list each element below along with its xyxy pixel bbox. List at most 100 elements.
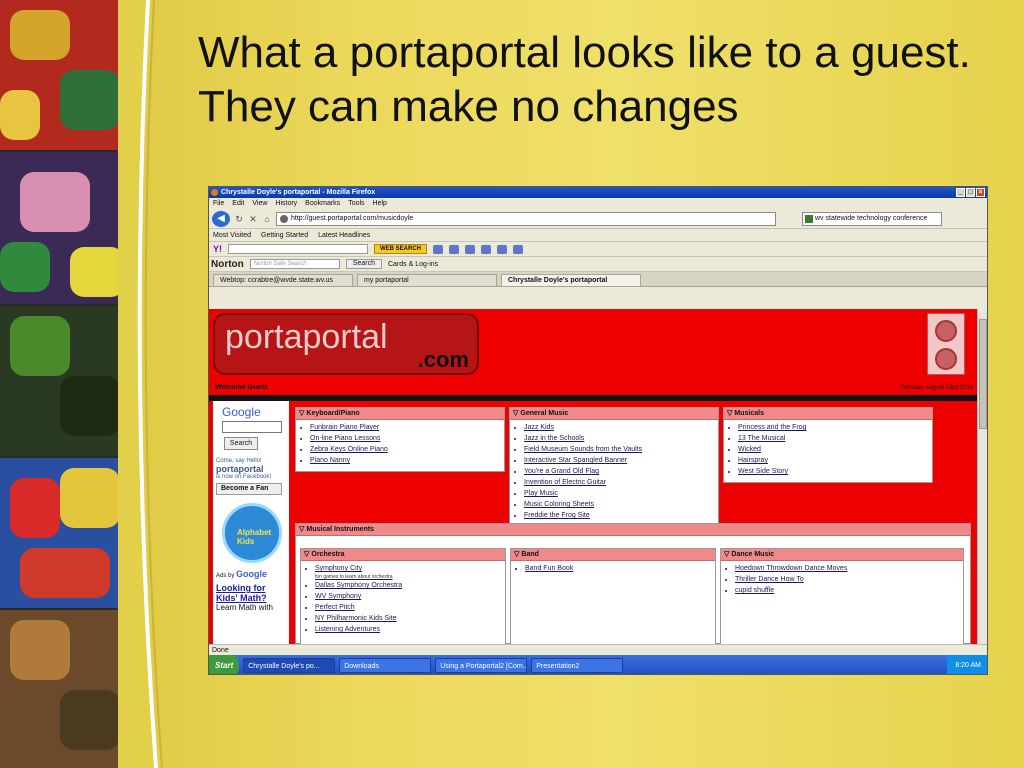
vertical-scrollbar[interactable]	[977, 309, 987, 644]
weather-icon[interactable]	[465, 244, 476, 254]
taskbar-item-firefox[interactable]: Chrystalle Doyle's po...	[243, 658, 336, 673]
list-item[interactable]: cupid shuffle	[735, 585, 963, 596]
mail-icon[interactable]	[935, 320, 957, 342]
list-item[interactable]: 13 The Musical	[738, 433, 932, 444]
yahoo-search-input[interactable]	[228, 244, 368, 254]
facebook-portaportal: portaportal	[216, 464, 264, 474]
list-item[interactable]: Perfect Pitch	[315, 602, 505, 613]
search-input[interactable]: wv statewide technology conference	[802, 211, 942, 226]
list-item[interactable]: Jazz in the Schools	[524, 433, 718, 444]
help-icon[interactable]	[935, 348, 957, 370]
panel-title[interactable]: Keyboard/Piano	[296, 408, 504, 420]
web-page: portaportal .com Welcome Guest Tuesday, …	[209, 309, 979, 644]
calendar-icon[interactable]	[497, 244, 508, 254]
puzzle-decoration	[0, 0, 132, 768]
ad-title-link[interactable]: Looking for Kids' Math?	[216, 583, 286, 603]
news-icon[interactable]	[481, 244, 492, 254]
google-search-input[interactable]	[222, 421, 282, 433]
maximize-button[interactable]: □	[966, 188, 975, 197]
list-item[interactable]: WV Symphony	[315, 591, 505, 602]
list-item[interactable]: Piano Nanny	[310, 455, 504, 466]
list-item[interactable]: Jazz Kids	[524, 422, 718, 433]
list-item[interactable]: Invention of Electric Guitar	[524, 477, 718, 488]
item-label[interactable]: Symphony City	[315, 565, 362, 572]
close-button[interactable]: ×	[976, 188, 985, 197]
portal-header: portaportal .com	[209, 309, 979, 381]
portaportal-logo[interactable]: portaportal .com	[213, 313, 479, 375]
bookmark-getting-started[interactable]: Getting Started	[261, 229, 308, 241]
bookmark-most-visited[interactable]: Most Visited	[213, 229, 251, 241]
firefox-icon	[211, 189, 218, 196]
messenger-icon[interactable]	[513, 244, 524, 254]
portal-content: Google Search Come, say Hello! portaport…	[209, 401, 979, 644]
norton-search-input[interactable]: Norton Safe Search	[249, 259, 340, 269]
taskbar-item-presentation[interactable]: Presentation2	[531, 658, 624, 673]
facebook-now: is now on Facebook!	[216, 474, 272, 480]
list-item[interactable]: Band Fun Book	[525, 563, 715, 574]
become-fan-button[interactable]: Become a Fan	[216, 483, 282, 495]
panel-title[interactable]: Band	[511, 549, 715, 561]
date-text: Tuesday, August 03rd 2010	[900, 385, 973, 391]
start-button[interactable]: Start	[209, 655, 240, 674]
norton-cards-logins[interactable]: Cards & Log-ins	[388, 261, 438, 268]
yahoo-logo[interactable]: Y!	[213, 244, 222, 254]
list-item[interactable]: Field Museum Sounds from the Vaults	[524, 444, 718, 455]
list-item[interactable]: Listening Adventures	[315, 624, 505, 635]
list-item[interactable]: On-line Piano Lessons	[310, 433, 504, 444]
panel-title[interactable]: Musical Instruments	[296, 524, 970, 536]
slide-curve-decoration	[118, 0, 163, 768]
panel-title[interactable]: Musicals	[724, 408, 932, 420]
menu-help[interactable]: Help	[373, 198, 387, 209]
bookmark-latest-headlines[interactable]: Latest Headlines	[318, 229, 370, 241]
list-item[interactable]: West Side Story	[738, 466, 932, 477]
scrollbar-thumb[interactable]	[979, 319, 987, 429]
back-button[interactable]: ◀	[212, 210, 230, 227]
taskbar-item-using-portaportal[interactable]: Using a Portaportal2 [Com...	[435, 658, 528, 673]
menu-view[interactable]: View	[252, 198, 267, 209]
tab-chrystalle-portaportal[interactable]: Chrystalle Doyle's portaportal	[501, 274, 641, 286]
panel-title[interactable]: Orchestra	[301, 549, 505, 561]
address-bar[interactable]: http://guest.portaportal.com/musicdoyle	[276, 211, 776, 226]
tab-my-portaportal[interactable]: my portaportal	[357, 274, 497, 286]
reload-icon[interactable]: ↻	[234, 214, 244, 224]
header-icons	[927, 313, 965, 375]
list-item[interactable]: Dallas Symphony Orchestra	[315, 580, 505, 591]
list-item[interactable]: Princess and the Frog	[738, 422, 932, 433]
menu-history[interactable]: History	[275, 198, 297, 209]
mail-icon[interactable]	[433, 244, 444, 254]
stop-icon[interactable]: ✕	[248, 214, 258, 224]
list-item[interactable]: Freddie the Frog Site	[524, 510, 718, 521]
list-item[interactable]: Hairspray	[738, 455, 932, 466]
menu-file[interactable]: File	[213, 198, 224, 209]
minimize-button[interactable]: _	[956, 188, 965, 197]
panel-title[interactable]: Dance Music	[721, 549, 963, 561]
alphabet-kids-logo[interactable]: Alphabet Kids	[222, 503, 282, 563]
tab-webtop[interactable]: Webtop: ccrabtre@wvde.state.wv.us	[213, 274, 353, 286]
menu-bar: File Edit View History Bookmarks Tools H…	[209, 198, 987, 209]
taskbar-item-downloads[interactable]: Downloads	[339, 658, 432, 673]
browser-window: Chrystalle Doyle's portaportal - Mozilla…	[208, 186, 988, 675]
list-item[interactable]: Play Music	[524, 488, 718, 499]
list-item[interactable]: Funbrain Piano Player	[310, 422, 504, 433]
menu-bookmarks[interactable]: Bookmarks	[305, 198, 340, 209]
list-item[interactable]: You're a Grand Old Flag	[524, 466, 718, 477]
windows-taskbar: Start Chrystalle Doyle's po... Downloads…	[209, 655, 987, 674]
list-item[interactable]: Thriller Dance How To	[735, 574, 963, 585]
home-icon[interactable]: ⌂	[262, 214, 272, 224]
menu-tools[interactable]: Tools	[348, 198, 364, 209]
panel-title[interactable]: General Music	[510, 408, 718, 420]
web-search-button[interactable]: WEB SEARCH	[374, 244, 428, 254]
panel-keyboard-piano: Keyboard/Piano Funbrain Piano Player On-…	[295, 407, 505, 472]
list-item[interactable]: Wicked	[738, 444, 932, 455]
word-icon[interactable]	[449, 244, 460, 254]
menu-edit[interactable]: Edit	[232, 198, 244, 209]
list-item[interactable]: Hoedown Throwdown Dance Moves	[735, 563, 963, 574]
norton-search-button[interactable]: Search	[345, 259, 382, 269]
google-search-button[interactable]: Search	[224, 437, 258, 450]
list-item[interactable]: Interactive Star Spangled Banner	[524, 455, 718, 466]
list-item[interactable]: Music Coloring Sheets	[524, 499, 718, 510]
list-item[interactable]: Zebra Keys Online Piano	[310, 444, 504, 455]
navigation-toolbar: ◀ ↻ ✕ ⌂ http://guest.portaportal.com/mus…	[209, 209, 987, 229]
list-item[interactable]: NY Philharmonic Kids Site	[315, 613, 505, 624]
list-item[interactable]: Symphony Cityfun games to learn about or…	[315, 563, 505, 580]
